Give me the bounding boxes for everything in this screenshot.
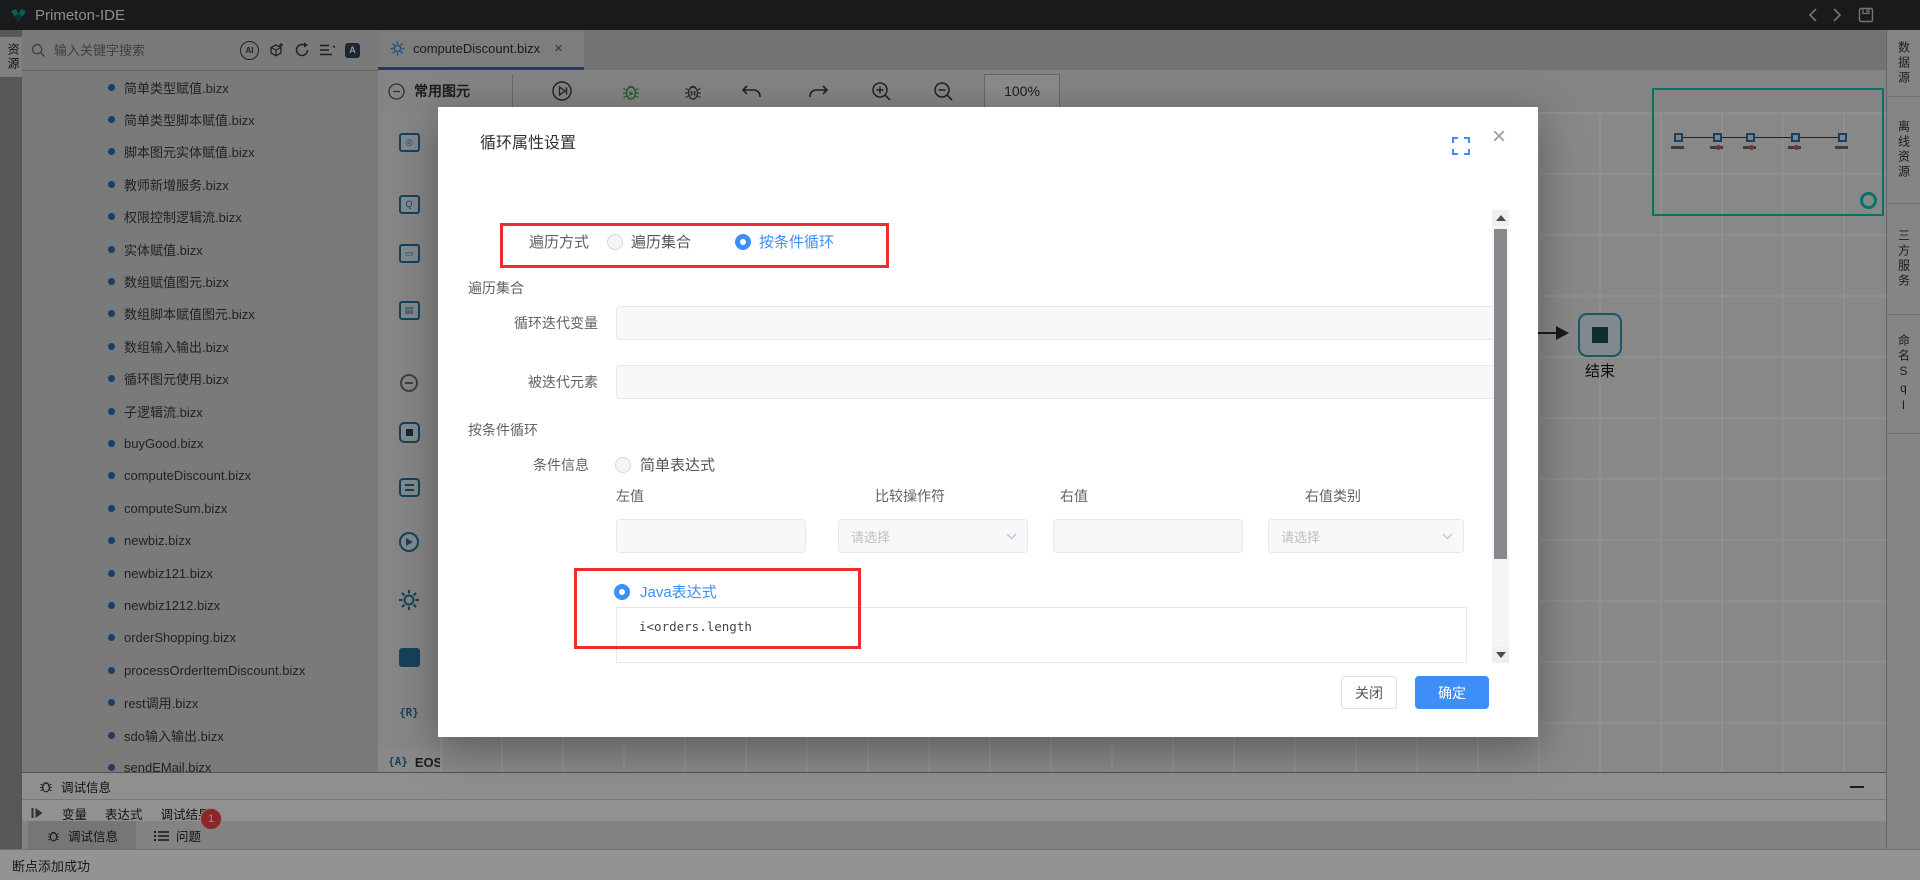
scrollbar-thumb[interactable] [1494,229,1507,559]
loop-var-input[interactable] [616,306,1500,340]
traverse-mode-label: 遍历方式 [529,234,590,251]
radio-simple-expression-label[interactable]: 简单表达式 [640,454,715,475]
group-traverse-collection: 遍历集合 [468,280,524,296]
select-placeholder: 请选择 [1281,529,1321,545]
chevron-down-icon [1442,533,1453,540]
chevron-down-icon [1006,533,1017,540]
select-placeholder: 请选择 [851,529,891,545]
radio-traverse-collection[interactable] [607,233,624,250]
ok-button[interactable]: 确定 [1415,676,1489,709]
radio-loop-by-condition-label[interactable]: 按条件循环 [759,231,834,252]
dialog-scrollbar[interactable] [1492,210,1509,663]
radio-java-expression-label[interactable]: Java表达式 [640,581,717,602]
operator-select[interactable]: 请选择 [838,519,1028,553]
column-right-value: 右值 [1060,488,1088,504]
field-loop-var-label: 循环迭代变量 [514,315,598,331]
java-expression-editor[interactable]: i<orders.length [616,607,1467,663]
radio-traverse-collection-label[interactable]: 遍历集合 [631,231,691,252]
left-value-input[interactable] [616,519,806,553]
column-left-value: 左值 [616,488,644,504]
condition-info-row: 条件信息 简单表达式 [533,454,715,475]
right-value-input[interactable] [1053,519,1243,553]
dialog-title: 循环属性设置 [480,135,577,152]
close-button[interactable]: 关闭 [1341,676,1397,709]
fullscreen-icon[interactable] [1452,137,1470,155]
loop-properties-dialog: 循环属性设置 × 遍历方式 遍历集合 按条件循环 遍历集合 循环迭代变量 被迭代… [438,107,1538,737]
right-type-select[interactable]: 请选择 [1268,519,1464,553]
field-iterated-label: 被迭代元素 [528,374,598,390]
condition-info-label: 条件信息 [533,456,589,473]
radio-simple-expression[interactable] [615,456,631,473]
traverse-mode-row: 遍历方式 遍历集合 按条件循环 [529,231,834,252]
java-expression-row: Java表达式 [614,581,717,602]
radio-java-expression[interactable] [614,583,630,600]
radio-loop-by-condition[interactable] [735,233,752,250]
column-operator: 比较操作符 [875,488,945,504]
iterated-element-input[interactable] [616,365,1500,399]
close-icon[interactable]: × [1492,125,1506,149]
group-loop-by-condition: 按条件循环 [468,422,538,438]
scroll-down-icon[interactable] [1492,647,1509,663]
scroll-up-icon[interactable] [1492,210,1509,226]
app-root: Primeton-IDE 资源 AI A 简单类型赋值.bizx [0,0,1920,880]
column-right-type: 右值类别 [1305,488,1361,504]
